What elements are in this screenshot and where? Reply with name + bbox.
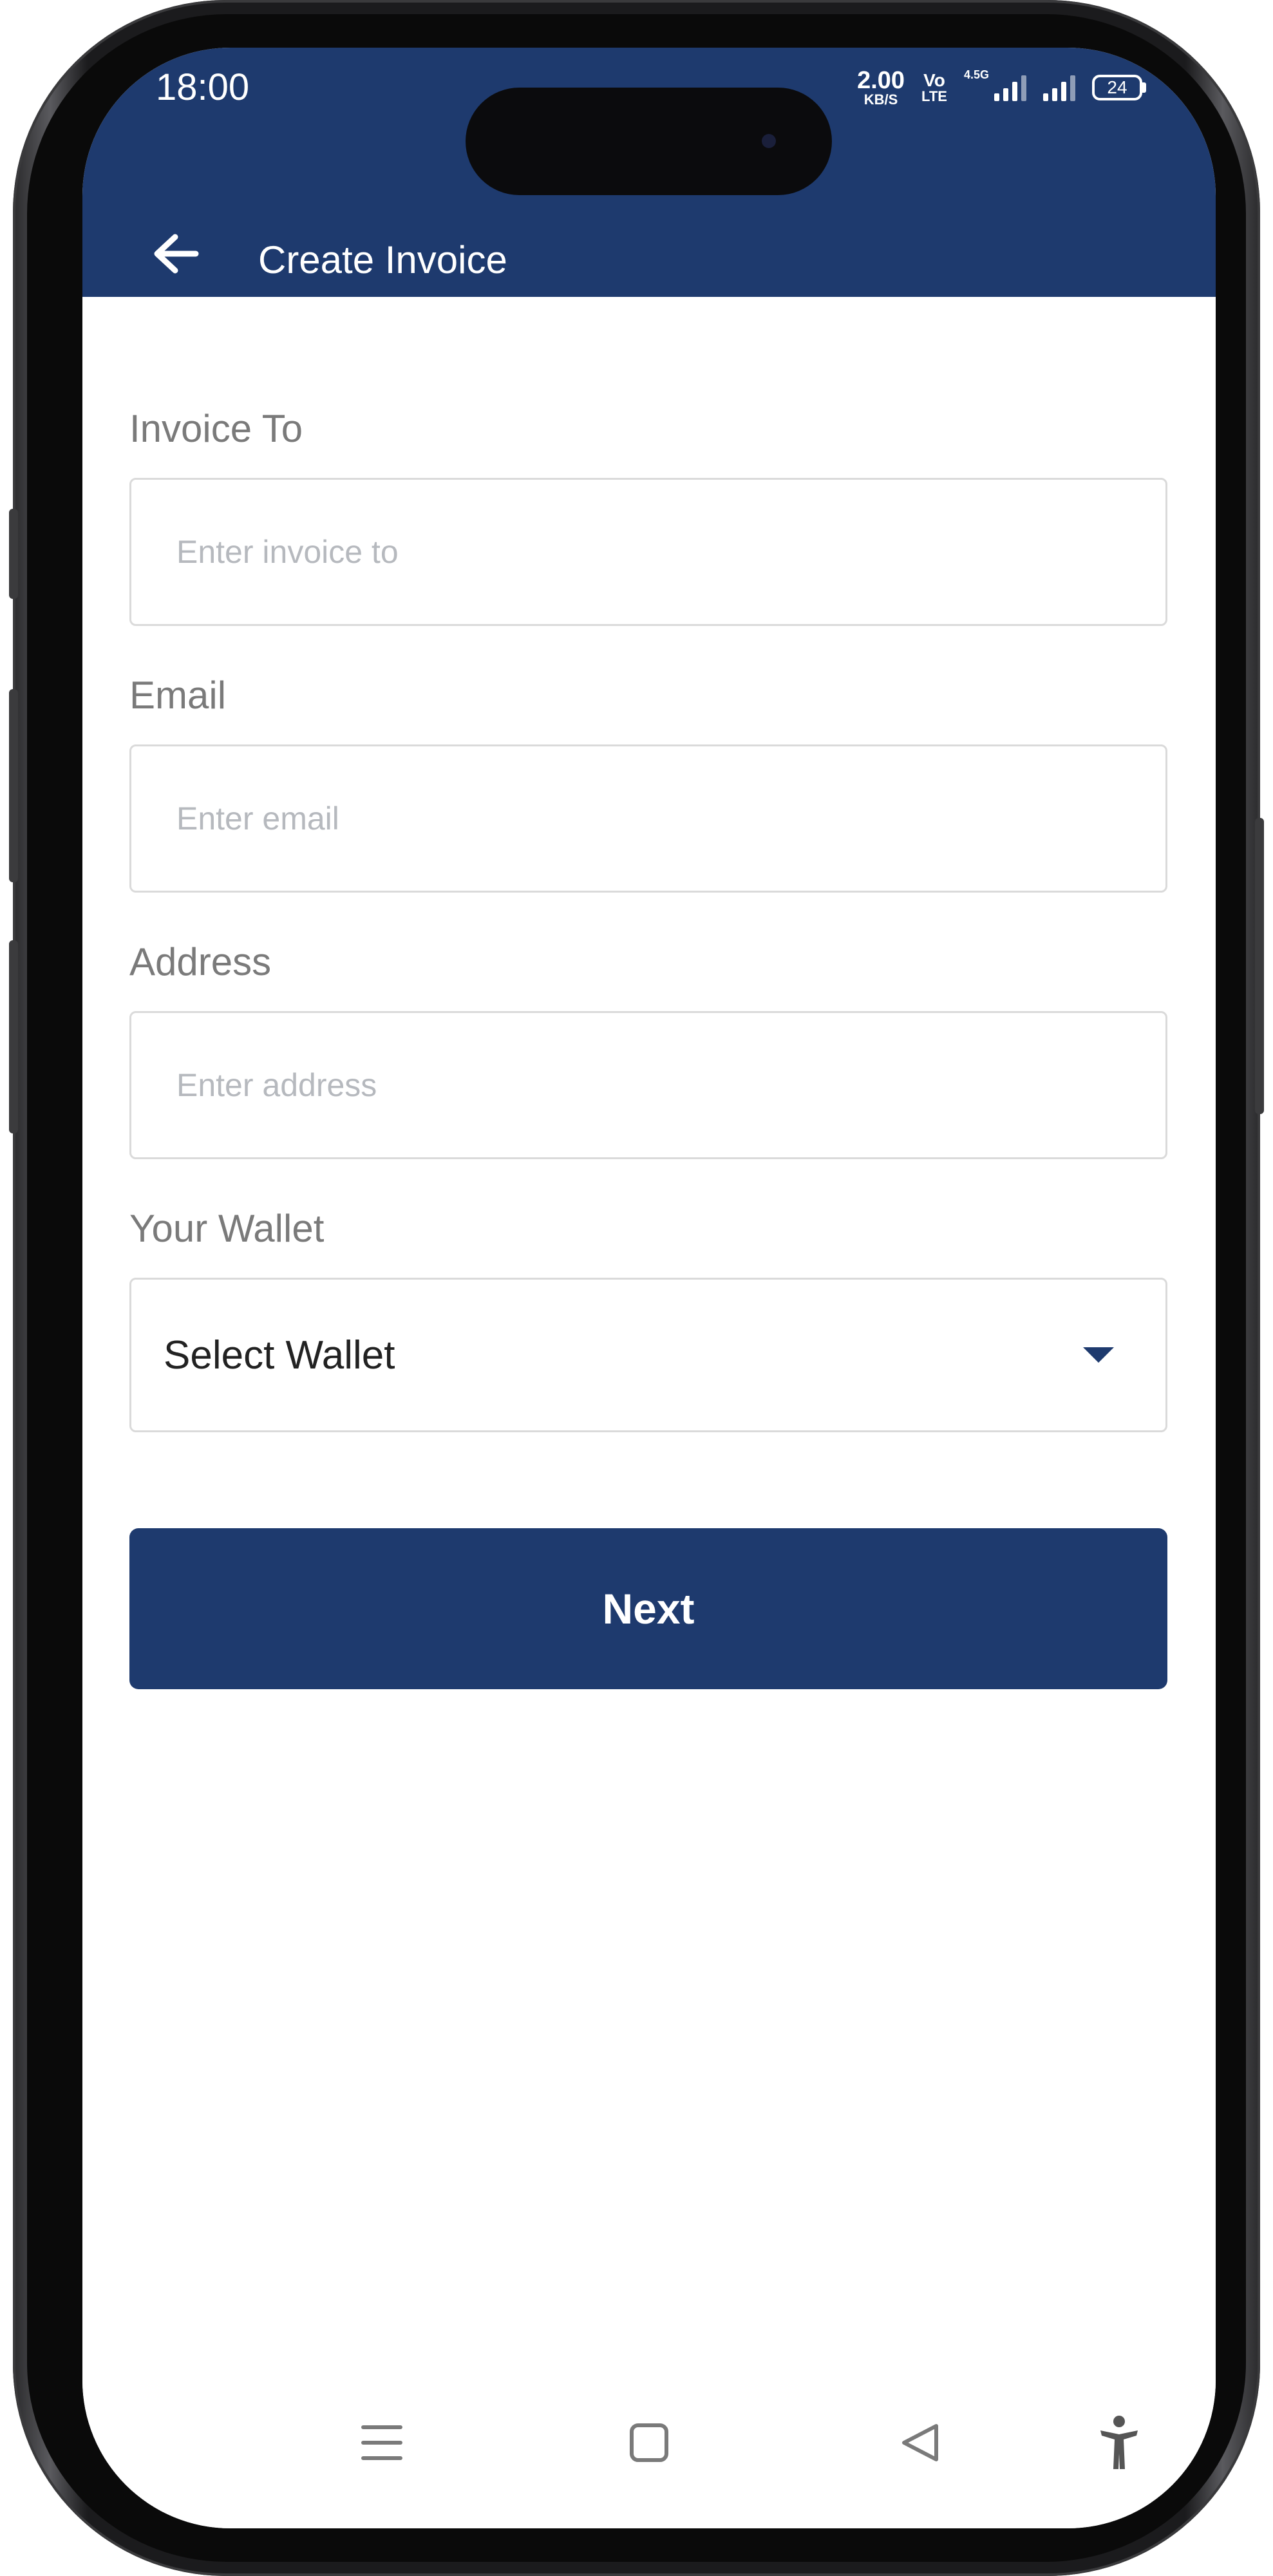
next-button[interactable]: Next <box>129 1528 1167 1689</box>
app-screen: 18:00 2.00 KB/S Vo LTE 4.5G 24 Create In… <box>82 48 1216 2528</box>
volte-top: Vo <box>923 70 945 90</box>
volte-indicator: Vo LTE <box>921 71 947 104</box>
wallet-select[interactable]: Select Wallet <box>129 1278 1167 1432</box>
signal-2-icon <box>1043 74 1075 101</box>
caret-down-icon <box>1083 1347 1114 1363</box>
email-label: Email <box>129 674 227 717</box>
menu-icon[interactable] <box>353 2414 411 2472</box>
network-speed: 2.00 KB/S <box>857 68 905 107</box>
status-time: 18:00 <box>156 66 250 108</box>
wallet-label: Your Wallet <box>129 1207 325 1250</box>
back-triangle-icon[interactable] <box>891 2414 948 2472</box>
volume-down-side-button <box>9 940 18 1133</box>
dynamic-island <box>466 88 832 195</box>
front-camera <box>762 134 776 148</box>
status-indicators: 2.00 KB/S Vo LTE 4.5G 24 <box>857 68 1146 107</box>
address-input[interactable] <box>129 1011 1167 1159</box>
signal-1-icon <box>994 74 1026 101</box>
home-square-icon[interactable] <box>620 2414 678 2472</box>
network-speed-unit: KB/S <box>863 91 898 108</box>
accessibility-icon[interactable] <box>1090 2414 1148 2472</box>
volume-side-button <box>9 689 18 882</box>
phone-frame: 18:00 2.00 KB/S Vo LTE 4.5G 24 Create In… <box>9 0 1264 2576</box>
wallet-select-value: Select Wallet <box>164 1332 395 1378</box>
volume-up-side-button <box>9 509 18 599</box>
invoice-to-input[interactable] <box>129 478 1167 626</box>
invoice-to-label: Invoice To <box>129 407 303 450</box>
battery-level: 24 <box>1092 75 1142 100</box>
address-label: Address <box>129 940 272 983</box>
power-side-button <box>1255 818 1264 1114</box>
system-nav-bar <box>82 2374 1216 2528</box>
battery-icon: 24 <box>1092 75 1146 100</box>
volte-bottom: LTE <box>921 88 947 104</box>
arrow-left-icon <box>154 234 199 274</box>
back-button[interactable] <box>144 222 208 286</box>
network-type: 4.5G <box>963 68 989 81</box>
network-speed-value: 2.00 <box>857 67 905 94</box>
page-title: Create Invoice <box>258 238 507 281</box>
app-bar: 18:00 2.00 KB/S Vo LTE 4.5G 24 Create In… <box>82 48 1216 297</box>
email-input[interactable] <box>129 744 1167 893</box>
